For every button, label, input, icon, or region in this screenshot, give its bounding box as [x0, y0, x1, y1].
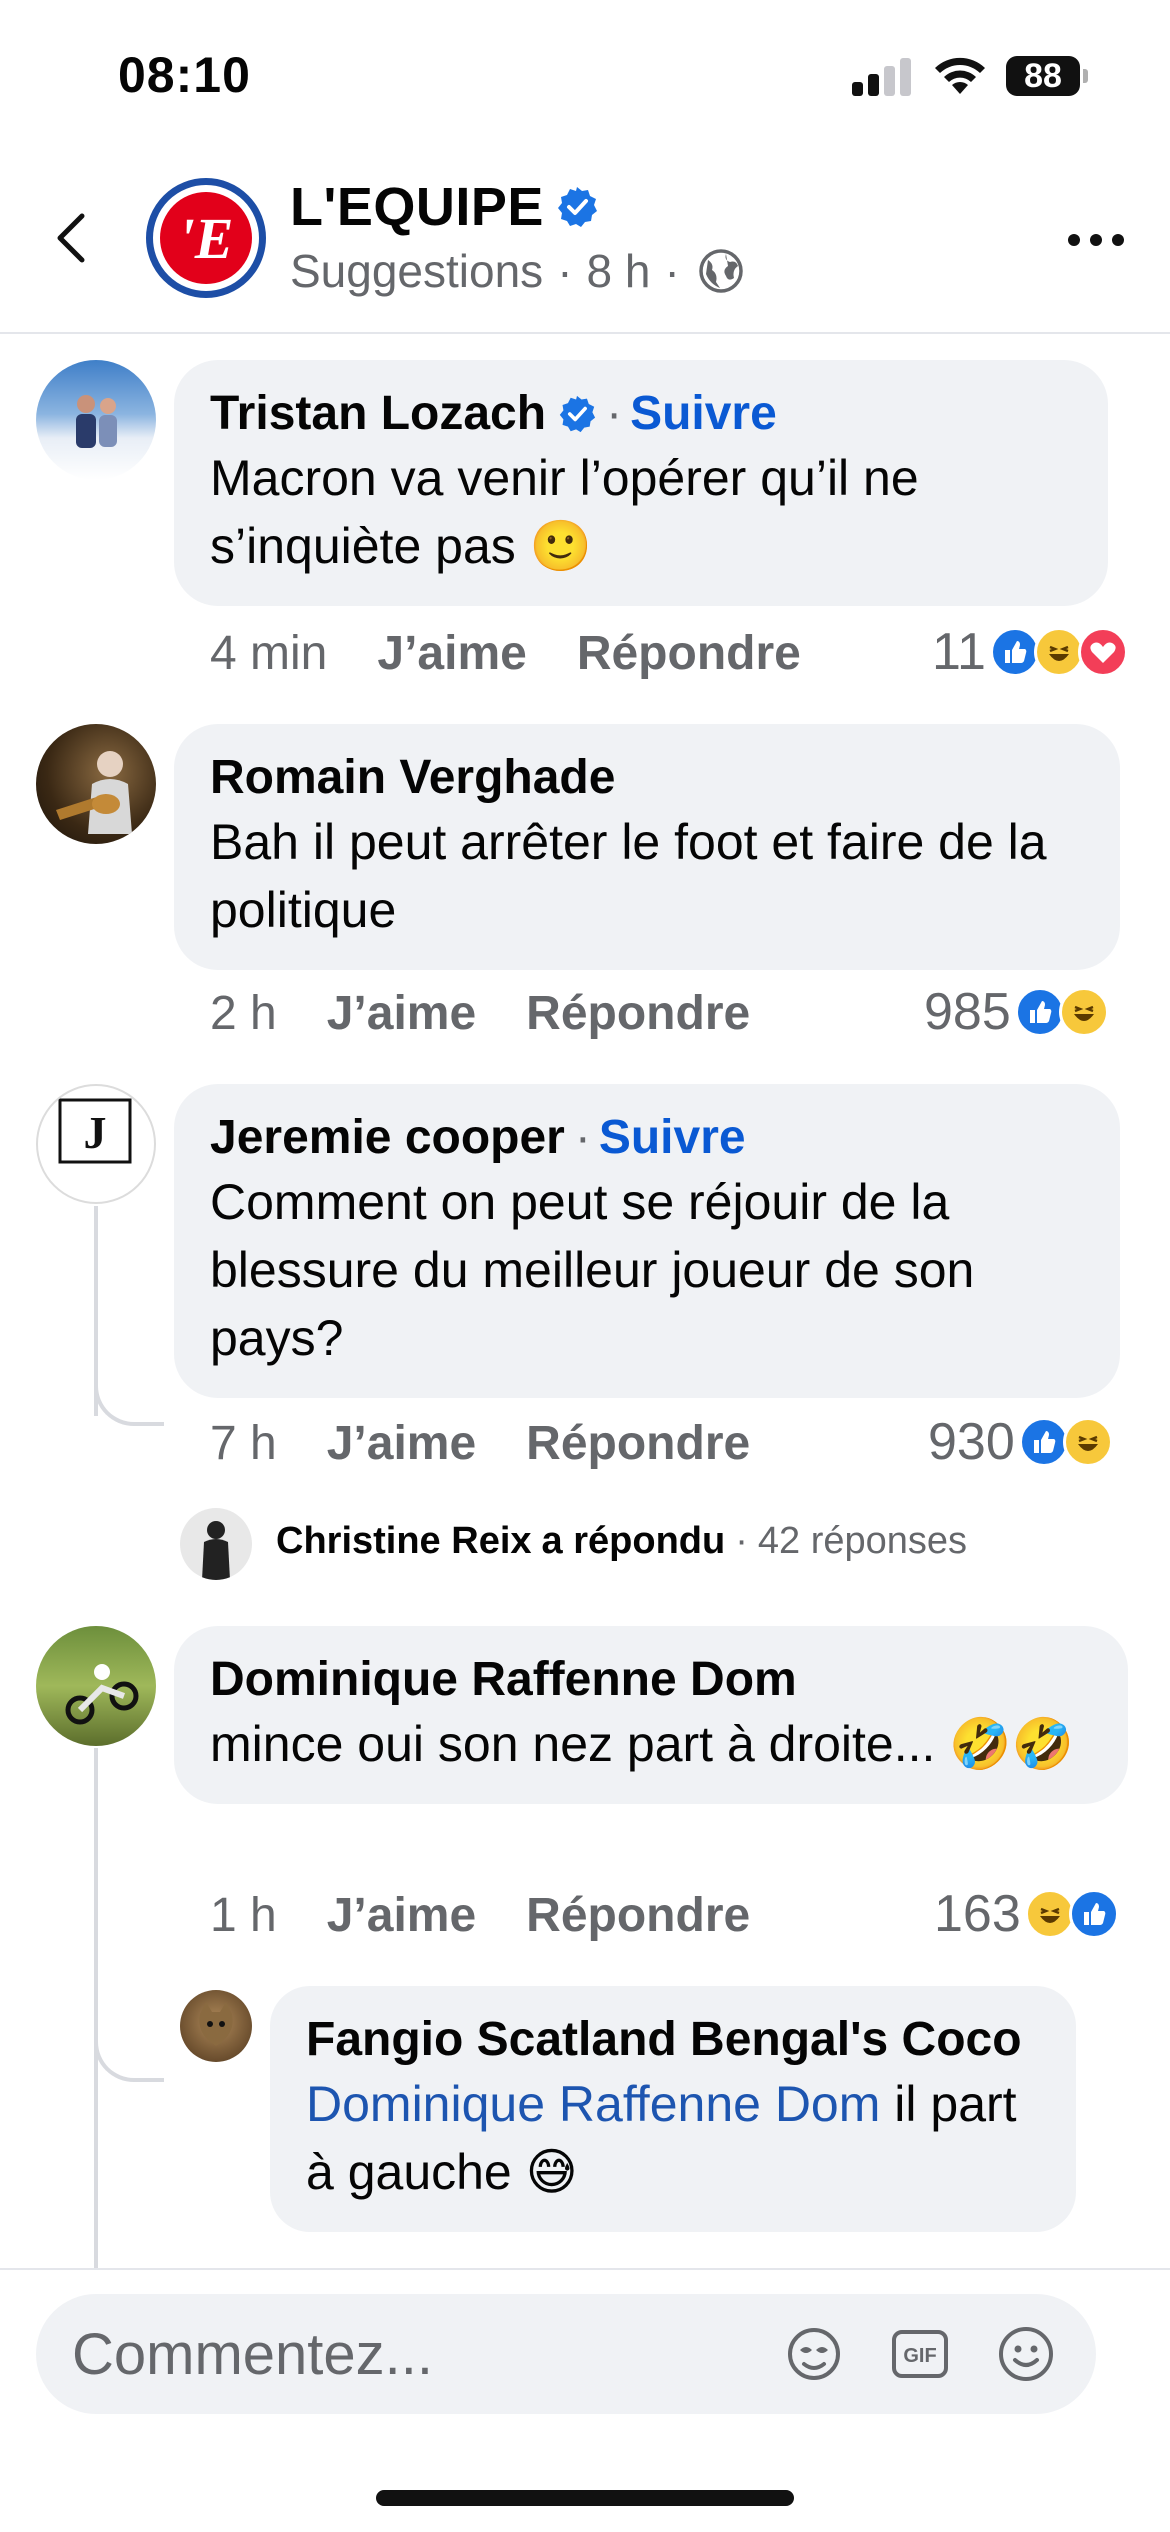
page-name[interactable]: L'EQUIPE	[290, 176, 544, 238]
comment-text: Comment on peut se réjouir de la blessur…	[210, 1174, 975, 1366]
comment-actions: 1 h J’aime Répondre	[210, 1888, 750, 1943]
avatar[interactable]	[180, 1508, 252, 1580]
comment-author[interactable]: Romain Verghade	[210, 748, 615, 808]
svg-text:GIF: GIF	[903, 2345, 936, 2367]
reaction-count: 930	[928, 1413, 1015, 1471]
comment-time: 7 h	[210, 1417, 277, 1470]
svg-text:J: J	[84, 1107, 107, 1158]
comment-actions: 4 min J’aime Répondre	[210, 626, 801, 681]
home-indicator[interactable]	[376, 2490, 794, 2506]
replied-verb: a répondu	[541, 1520, 726, 1562]
avatar[interactable]	[36, 1626, 156, 1746]
thread-connector	[94, 2032, 164, 2082]
replier-name: Christine Reix	[276, 1520, 532, 1562]
signal-icon	[852, 56, 912, 96]
comment-actions: 7 h J’aime Répondre	[210, 1416, 750, 1471]
reply-button[interactable]: Répondre	[526, 1888, 750, 1943]
battery-icon: 88	[1006, 56, 1088, 96]
comment-text: Macron va venir l’opérer qu’il ne s’inqu…	[210, 450, 919, 574]
reply-button[interactable]: Répondre	[526, 986, 750, 1041]
reaction-summary[interactable]: 930	[928, 1412, 1113, 1472]
like-reaction-icon	[1014, 987, 1065, 1037]
reaction-summary[interactable]: 11	[932, 622, 1128, 682]
comment-bubble: Tristan Lozach · Suivre Macron va venir …	[174, 360, 1108, 606]
avatar[interactable]: J	[36, 1084, 156, 1204]
haha-reaction-icon	[1058, 987, 1109, 1037]
comment-author[interactable]: Dominique Raffenne Dom	[210, 1650, 797, 1710]
comment-input[interactable]	[72, 2314, 752, 2394]
emoji-icon[interactable]	[994, 2322, 1058, 2386]
comment-text: Bah il peut arrêter le foot et faire de …	[210, 814, 1047, 938]
follow-button[interactable]: Suivre	[630, 384, 777, 444]
mention-link[interactable]: Dominique Raffenne Dom	[306, 2076, 880, 2132]
reply-bubble: Fangio Scatland Bengal's Coco Dominique …	[270, 1986, 1076, 2232]
back-arrow-icon[interactable]	[44, 208, 104, 268]
like-reaction-icon	[1018, 1417, 1069, 1467]
reaction-count: 11	[932, 623, 986, 681]
avatar[interactable]	[180, 1990, 252, 2062]
love-reaction-icon	[1077, 627, 1128, 677]
follow-button[interactable]: Suivre	[599, 1108, 746, 1168]
haha-reaction-icon	[1024, 1889, 1075, 1939]
status-time: 08:10	[118, 47, 251, 103]
comment-actions: 2 h J’aime Répondre	[210, 986, 750, 1041]
like-button[interactable]: J’aime	[327, 1416, 476, 1471]
comment-bubble: Jeremie cooper · Suivre Comment on peut …	[174, 1084, 1120, 1398]
haha-reaction-icon	[1033, 627, 1084, 677]
comment-author[interactable]: Jeremie cooper	[210, 1108, 565, 1168]
comment-time: 4 min	[210, 627, 328, 680]
reply-author[interactable]: Fangio Scatland Bengal's Coco	[306, 2010, 1022, 2070]
page-logo: 'E	[160, 192, 252, 284]
comment-bubble: Dominique Raffenne Dom mince oui son nez…	[174, 1626, 1128, 1804]
page-name-row: L'EQUIPE	[290, 176, 598, 238]
like-button[interactable]: J’aime	[327, 986, 476, 1041]
comment-author[interactable]: Tristan Lozach	[210, 384, 546, 444]
like-reaction-icon	[1068, 1889, 1119, 1939]
avatar[interactable]	[36, 360, 156, 480]
comment-bubble: Romain Verghade Bah il peut arrêter le f…	[174, 724, 1120, 970]
reaction-summary[interactable]: 163	[934, 1884, 1119, 1944]
post-age: 8 h	[586, 245, 651, 297]
like-button[interactable]: J’aime	[377, 626, 526, 681]
post-header: 'E L'EQUIPE Suggestions · 8 h ·	[0, 150, 1170, 334]
like-button[interactable]: J’aime	[327, 1888, 476, 1943]
reaction-summary[interactable]: 985	[924, 982, 1109, 1042]
verified-badge-icon	[557, 187, 597, 227]
reaction-count: 163	[934, 1885, 1021, 1943]
reply-count: 42 réponses	[757, 1520, 968, 1562]
avatar[interactable]	[36, 724, 156, 844]
composer-area: GIF	[0, 2268, 1170, 2532]
thread-connector	[94, 1376, 164, 1426]
page-avatar[interactable]: 'E	[146, 178, 266, 298]
comments-feed[interactable]: Tristan Lozach · Suivre Macron va venir …	[0, 336, 1170, 2268]
gif-icon[interactable]: GIF	[888, 2322, 952, 2386]
view-replies-link[interactable]: Christine Reix a répondu · 42 réponses	[276, 1520, 967, 1563]
reaction-count: 985	[924, 983, 1011, 1041]
status-bar: 08:10 88	[0, 0, 1170, 150]
like-reaction-icon	[989, 627, 1040, 677]
comment-text: mince oui son nez part à droite... 🤣🤣	[210, 1716, 1074, 1772]
comment-time: 2 h	[210, 987, 277, 1040]
thread-line	[94, 1748, 98, 2268]
battery-level: 88	[1024, 57, 1062, 95]
wifi-icon	[935, 57, 985, 94]
verified-badge-icon	[559, 395, 596, 433]
haha-reaction-icon	[1062, 1417, 1113, 1467]
comment-time: 1 h	[210, 1889, 277, 1942]
reply-button[interactable]: Répondre	[577, 626, 801, 681]
avatar-frame-icon[interactable]	[782, 2322, 846, 2386]
globe-icon	[699, 249, 743, 293]
page-subtitle-row: Suggestions · 8 h ·	[290, 244, 744, 298]
comment-composer[interactable]: GIF	[36, 2294, 1096, 2414]
more-icon[interactable]	[1068, 230, 1124, 250]
reply-button[interactable]: Répondre	[526, 1416, 750, 1471]
page-subtitle: Suggestions	[290, 245, 544, 297]
